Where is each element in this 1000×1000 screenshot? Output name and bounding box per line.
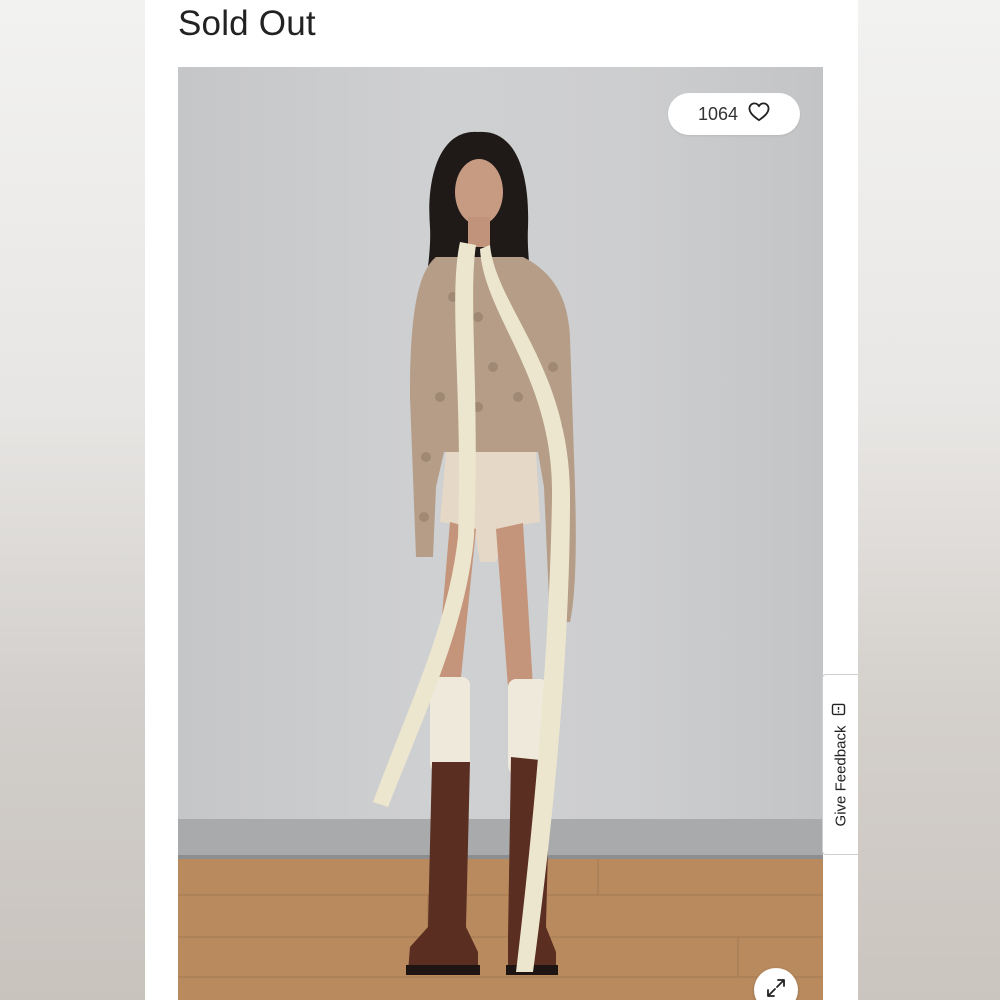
neck (468, 217, 490, 247)
sold-out-heading: Sold Out (178, 4, 316, 43)
backdrop-baseboard (178, 819, 823, 857)
left-leg-warmer (430, 677, 470, 772)
left-backdrop (0, 0, 145, 1000)
give-feedback-tab[interactable]: Give Feedback (822, 674, 858, 855)
product-photo[interactable] (178, 67, 823, 1000)
give-feedback-label: Give Feedback (832, 725, 849, 826)
model-illustration (178, 131, 823, 1000)
right-leg (496, 523, 533, 687)
like-button[interactable]: 1064 (668, 93, 800, 135)
face (455, 159, 503, 225)
like-count: 1064 (697, 103, 739, 124)
expand-icon (765, 977, 787, 1000)
baseboard-edge (178, 855, 823, 859)
right-backdrop (858, 0, 1000, 1000)
left-boot-sole (406, 965, 480, 975)
product-page: Sold Out 1064 Give Feedback (145, 0, 858, 1000)
heart-icon (748, 101, 770, 127)
feedback-icon (831, 703, 850, 717)
